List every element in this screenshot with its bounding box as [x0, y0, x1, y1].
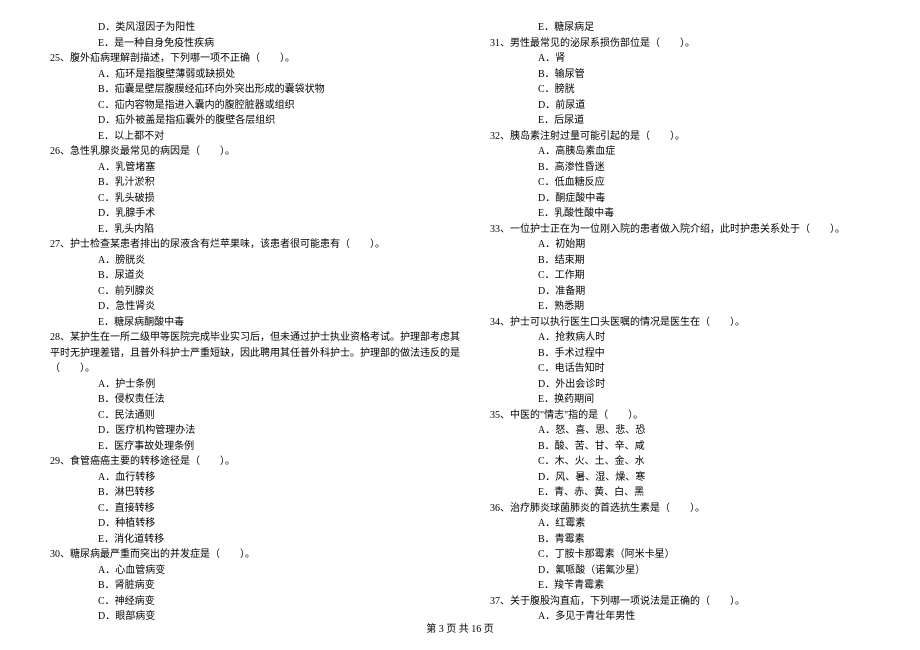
option-line: B．酸、苦、甘、辛、咸: [490, 439, 870, 455]
question-line: 30、糖尿病最严重而突出的并发症是（ ）。: [50, 547, 430, 563]
option-line: A．高胰岛素血症: [490, 144, 870, 160]
option-line: A．抢救病人时: [490, 330, 870, 346]
option-line: D．酮症酸中毒: [490, 191, 870, 207]
option-line: B．手术过程中: [490, 346, 870, 362]
option-line: E．医疗事故处理条例: [50, 439, 430, 455]
option-line: A．肾: [490, 51, 870, 67]
option-line: A．怒、喜、思、悲、恐: [490, 423, 870, 439]
option-line: D．前尿道: [490, 98, 870, 114]
option-line: D．外出会诊时: [490, 377, 870, 393]
option-line: A．膀胱炎: [50, 253, 430, 269]
option-line: C．民法通则: [50, 408, 430, 424]
option-line: A．乳管堵塞: [50, 160, 430, 176]
option-line: B．高渗性昏迷: [490, 160, 870, 176]
option-line: C．乳头破损: [50, 191, 430, 207]
question-line: 27、护士检查某患者排出的尿液含有烂苹果味，该患者很可能患有（ ）。: [50, 237, 430, 253]
option-line: E．青、赤、黄、白、黑: [490, 485, 870, 501]
option-line: D．氟哌酸（诺氟沙星）: [490, 563, 870, 579]
question-line: 28、某护生在一所二级甲等医院完成毕业实习后，但未通过护士执业资格考试。护理部考…: [50, 330, 430, 346]
right-column: E．糖尿病足31、男性最常见的泌尿系损伤部位是（ ）。A．肾B．输尿管C．膀胱D…: [460, 20, 920, 610]
option-line: A．疝环是指腹壁薄弱或缺损处: [50, 67, 430, 83]
option-line: B．青霉素: [490, 532, 870, 548]
option-line: B．乳汁淤积: [50, 175, 430, 191]
option-line: B．疝囊是壁层腹膜经疝环向外突出形成的囊袋状物: [50, 82, 430, 98]
option-line: C．直接转移: [50, 501, 430, 517]
option-line: C．工作期: [490, 268, 870, 284]
content-columns: D．类风湿因子为阳性E．是一种自身免疫性疾病25、腹外疝病理解剖描述，下列哪一项…: [0, 20, 920, 610]
option-line: D．急性肾炎: [50, 299, 430, 315]
option-line: E．羧苄青霉素: [490, 578, 870, 594]
option-line: E．消化道转移: [50, 532, 430, 548]
option-line: B．肾脏病变: [50, 578, 430, 594]
option-line: E．是一种自身免疫性疾病: [50, 36, 430, 52]
option-line: E．乳酸性酸中毒: [490, 206, 870, 222]
option-line: C．前列腺炎: [50, 284, 430, 300]
option-line: A．心血管病变: [50, 563, 430, 579]
question-line: 25、腹外疝病理解剖描述，下列哪一项不正确（ ）。: [50, 51, 430, 67]
option-line: E．糖尿病足: [490, 20, 870, 36]
option-line: C．膀胱: [490, 82, 870, 98]
option-line: D．疝外被盖是指疝囊外的腹壁各层组织: [50, 113, 430, 129]
option-line: C．低血糖反应: [490, 175, 870, 191]
option-line: B．尿道炎: [50, 268, 430, 284]
question-line: 33、一位护士正在为一位刚入院的患者做入院介绍，此时护患关系处于（ ）。: [490, 222, 870, 238]
question-line: 31、男性最常见的泌尿系损伤部位是（ ）。: [490, 36, 870, 52]
option-line: C．神经病变: [50, 594, 430, 610]
option-line: A．初始期: [490, 237, 870, 253]
option-line: D．医疗机构管理办法: [50, 423, 430, 439]
option-line: B．淋巴转移: [50, 485, 430, 501]
option-line: A．红霉素: [490, 516, 870, 532]
question-line: 37、关于腹股沟直疝，下列哪一项说法是正确的（ ）。: [490, 594, 870, 610]
option-line: B．结束期: [490, 253, 870, 269]
option-line: E．糖尿病酮酸中毒: [50, 315, 430, 331]
option-line: D．类风湿因子为阳性: [50, 20, 430, 36]
option-line: A．护士条例: [50, 377, 430, 393]
option-line: B．侵权责任法: [50, 392, 430, 408]
question-line: 34、护士可以执行医生口头医嘱的情况是医生在（ ）。: [490, 315, 870, 331]
left-column: D．类风湿因子为阳性E．是一种自身免疫性疾病25、腹外疝病理解剖描述，下列哪一项…: [0, 20, 460, 610]
option-line: C．电话告知时: [490, 361, 870, 377]
option-line: A．血行转移: [50, 470, 430, 486]
question-line: 35、中医的"情志"指的是（ ）。: [490, 408, 870, 424]
option-line: E．乳头内陷: [50, 222, 430, 238]
option-line: C．木、火、土、金、水: [490, 454, 870, 470]
question-line: 平时无护理差错，且普外科护士严重短缺，因此聘用其任普外科护士。护理部的做法违反的…: [50, 346, 430, 362]
option-line: E．以上都不对: [50, 129, 430, 145]
option-line: B．输尿管: [490, 67, 870, 83]
option-line: C．疝内容物是指进入囊内的腹腔脏器或组织: [50, 98, 430, 114]
question-line: 26、急性乳腺炎最常见的病因是（ ）。: [50, 144, 430, 160]
option-line: D．乳腺手术: [50, 206, 430, 222]
question-line: 32、胰岛素注射过量可能引起的是（ ）。: [490, 129, 870, 145]
question-line: （ ）。: [50, 361, 430, 377]
option-line: E．后尿道: [490, 113, 870, 129]
option-line: D．风、暑、湿、燥、寒: [490, 470, 870, 486]
option-line: E．熟悉期: [490, 299, 870, 315]
option-line: D．种植转移: [50, 516, 430, 532]
option-line: D．准备期: [490, 284, 870, 300]
question-line: 36、治疗肺炎球菌肺炎的首选抗生素是（ ）。: [490, 501, 870, 517]
option-line: C．丁胺卡那霉素（阿米卡星）: [490, 547, 870, 563]
page-footer: 第 3 页 共 16 页: [0, 620, 920, 635]
question-line: 29、食管癌癌主要的转移途径是（ ）。: [50, 454, 430, 470]
option-line: E．换药期间: [490, 392, 870, 408]
